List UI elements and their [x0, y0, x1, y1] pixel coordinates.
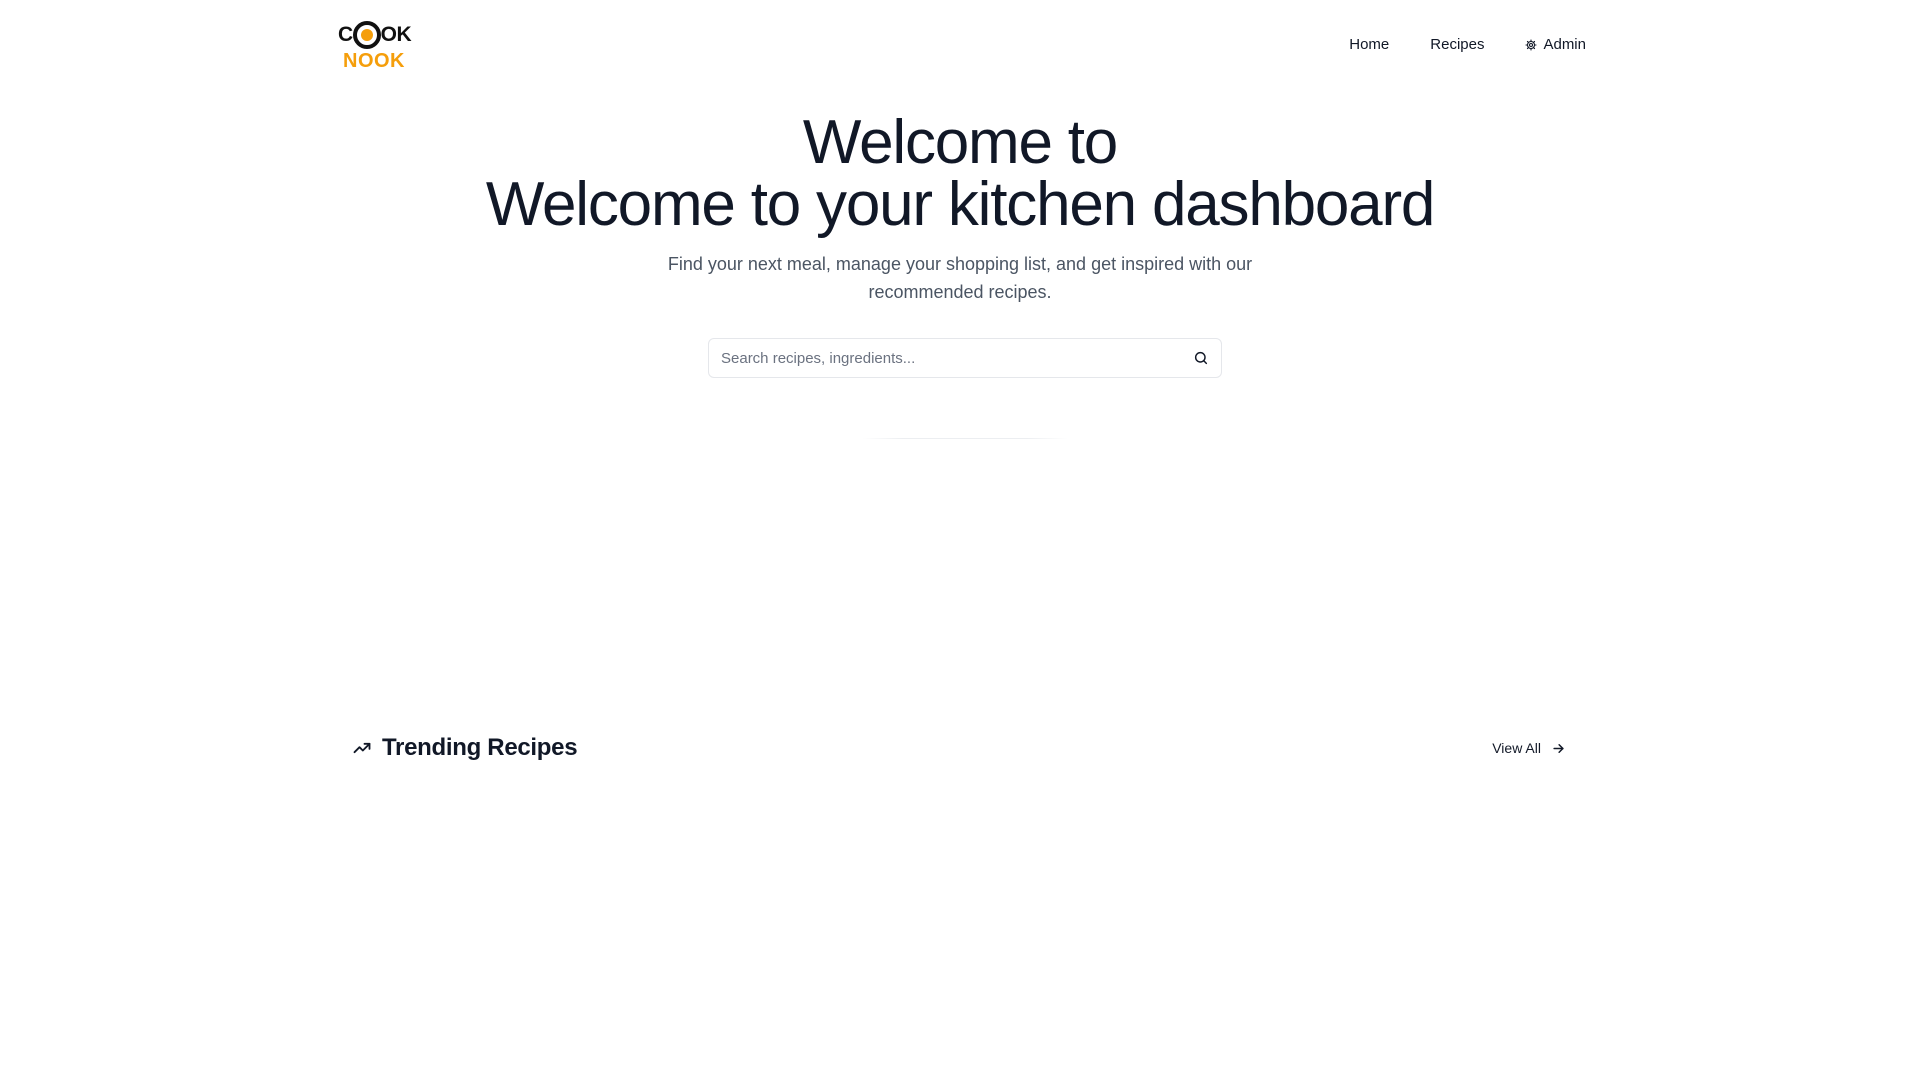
logo-o-icon [352, 21, 381, 49]
view-all-label: View All [1492, 740, 1541, 756]
logo-wordmark-bottom: NOOK [343, 50, 405, 72]
hero-title: Welcome to Welcome to your kitchen dashb… [0, 112, 1920, 236]
hero-title-line-1: Welcome to [802, 108, 1118, 177]
search-bar [708, 338, 1222, 378]
logo-letters-ok: OK [380, 23, 412, 46]
nav-admin[interactable]: Admin [1525, 36, 1586, 53]
logo-wordmark-top: C OK [338, 20, 412, 50]
hero-subtitle: Find your next meal, manage your shoppin… [667, 254, 1253, 302]
view-all-button[interactable]: View All [1492, 740, 1566, 756]
nav-recipes[interactable]: Recipes [1430, 36, 1484, 53]
logo-letter-c: C [338, 23, 353, 46]
search-icon [1194, 351, 1208, 365]
arrow-right-icon [1553, 743, 1564, 753]
trending-header: Trending Recipes [352, 734, 578, 762]
nav-home[interactable]: Home [1349, 36, 1389, 53]
search-input[interactable] [709, 339, 1181, 377]
hero-divider [862, 438, 1068, 439]
gear-icon [1525, 38, 1538, 51]
page: C OK NOOK Home Recipes Admin Welcome to … [0, 0, 1920, 1080]
brand-logo[interactable]: C OK NOOK [338, 20, 428, 76]
site-header: C OK NOOK Home Recipes Admin [0, 0, 1920, 96]
search-button[interactable] [1181, 339, 1221, 377]
trending-title: Trending Recipes [382, 734, 578, 761]
trending-up-icon [353, 742, 371, 754]
hero-title-line-2: Welcome to your kitchen dashboard [485, 170, 1436, 239]
nav-admin-label: Admin [1543, 36, 1586, 53]
main-nav: Home Recipes Admin [1349, 36, 1586, 53]
